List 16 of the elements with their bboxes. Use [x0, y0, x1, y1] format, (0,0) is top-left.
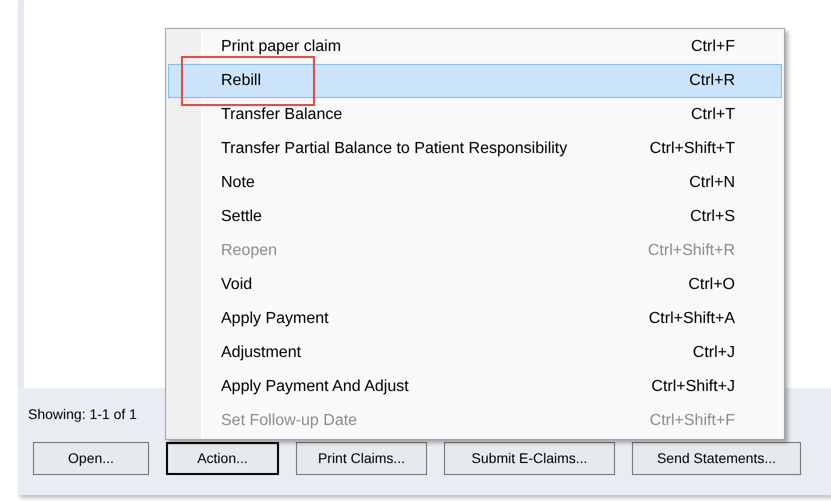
menu-item[interactable]: Transfer Balance Ctrl+T: [168, 98, 782, 132]
menu-item[interactable]: Apply Payment And Adjust Ctrl+Shift+J: [168, 370, 782, 404]
action-button[interactable]: Open...: [33, 442, 149, 475]
menu-item[interactable]: Rebill Ctrl+R: [168, 64, 782, 98]
action-button[interactable]: Submit E-Claims...: [444, 442, 615, 475]
action-button[interactable]: Send Statements...: [632, 442, 801, 475]
menu-item[interactable]: Apply Payment Ctrl+Shift+A: [168, 302, 782, 336]
menu-item[interactable]: Transfer Partial Balance to Patient Responsibility Ctrl+Shift+T: [168, 132, 782, 166]
menu-item[interactable]: Settle Ctrl+S: [168, 200, 782, 234]
menu-item[interactable]: Void Ctrl+O: [168, 268, 782, 302]
menu-item[interactable]: Note Ctrl+N: [168, 166, 782, 200]
action-button[interactable]: Action...: [166, 442, 279, 475]
menu-item[interactable]: Adjustment Ctrl+J: [168, 336, 782, 370]
status-text: Showing: 1-1 of 1: [28, 404, 137, 424]
action-button[interactable]: Print Claims...: [296, 442, 427, 475]
menu-item[interactable]: Print paper claim Ctrl+F: [168, 30, 782, 64]
